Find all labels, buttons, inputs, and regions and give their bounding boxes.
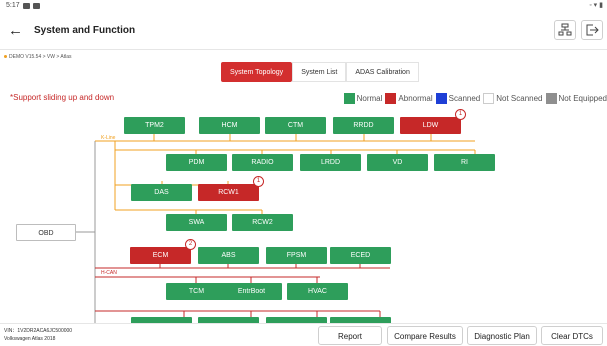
topology-icon: [558, 23, 572, 36]
status-icons: ◦ ▾ ▮: [589, 2, 603, 9]
topology-canvas[interactable]: OBD K-Line H-CAN TPM2 HCM CTM RRDD LDW 1…: [0, 105, 607, 323]
exit-button[interactable]: [581, 20, 603, 40]
module-hcm[interactable]: HCM: [199, 117, 260, 134]
support-note: *Support sliding up and down: [10, 93, 115, 102]
breadcrumb-text: DEMO V15.54 > VW > Atlas: [9, 54, 72, 60]
breadcrumb: DEMO V15.54 > VW > Atlas: [4, 54, 72, 60]
tab-bar: System Topology System List ADAS Calibra…: [221, 62, 419, 82]
breadcrumb-dot-icon: [4, 55, 7, 58]
module-tcm[interactable]: TCM: [166, 283, 227, 300]
tab-system-list[interactable]: System List: [292, 62, 347, 82]
vin-text: VIN：1V2DR2ACA6JC500000: [4, 328, 73, 334]
notification-icon-2: [32, 2, 40, 9]
status-time: 5:17: [6, 2, 20, 9]
module-tpm2[interactable]: TPM2: [124, 117, 185, 134]
vehicle-info: VIN：1V2DR2ACA6JC500000 Volkswagen Atlas …: [4, 327, 72, 343]
legend-abnormal-label: Abnormal: [398, 93, 433, 103]
topology-view-button[interactable]: [554, 20, 576, 40]
report-button[interactable]: Report: [318, 326, 382, 345]
legend-scanned-label: Scanned: [448, 93, 481, 103]
diagnostic-plan-button[interactable]: Diagnostic Plan: [467, 326, 537, 345]
tab-adas-calibration[interactable]: ADAS Calibration: [346, 62, 419, 82]
module-abs[interactable]: ABS: [198, 247, 259, 264]
exit-icon: [586, 24, 599, 36]
module-eced[interactable]: ECED: [330, 247, 391, 264]
module-entrboot[interactable]: EntrBoot: [221, 283, 282, 300]
compare-results-button[interactable]: Compare Results: [387, 326, 463, 345]
legend: Normal Abnormal Scanned Not Scanned Not …: [341, 92, 607, 104]
module-das[interactable]: DAS: [131, 184, 192, 201]
dtc-count-badge: 1: [253, 176, 264, 187]
module-pdm[interactable]: PDM: [166, 154, 227, 171]
kline-label: K-Line: [101, 135, 116, 141]
module-rrdd[interactable]: RRDD: [333, 117, 394, 134]
bottom-bar: VIN：1V2DR2ACA6JC500000 Volkswagen Atlas …: [0, 323, 607, 346]
page-title: System and Function: [34, 25, 136, 36]
obd-root-node[interactable]: OBD: [16, 224, 76, 241]
dtc-count-badge: 1: [455, 109, 466, 120]
module-vd[interactable]: VD: [367, 154, 428, 171]
module-ri[interactable]: RI: [434, 154, 495, 171]
module-ecm[interactable]: ECM: [130, 247, 191, 264]
module-swa[interactable]: SWA: [166, 214, 227, 231]
app-screen: 5:17 ◦ ▾ ▮ ← System and Function DEMO V1: [0, 0, 607, 346]
tab-system-topology[interactable]: System Topology: [221, 62, 293, 82]
legend-not-scanned-label: Not Scanned: [496, 93, 543, 103]
module-radio[interactable]: RADIO: [232, 154, 293, 171]
module-ldw[interactable]: LDW: [400, 117, 461, 134]
dtc-count-badge: 2: [185, 239, 196, 250]
legend-not-equipped-label: Not Equipped: [558, 93, 607, 103]
module-lrdd[interactable]: LRDD: [300, 154, 361, 171]
module-ctm[interactable]: CTM: [265, 117, 326, 134]
legend-scanned-swatch: [435, 92, 447, 104]
legend-normal-swatch: [343, 92, 355, 104]
vehicle-model: Volkswagen Atlas 2018: [4, 336, 56, 342]
notification-icon: [22, 2, 30, 9]
module-fpsm[interactable]: FPSM: [266, 247, 327, 264]
module-rcw1[interactable]: RCW1: [198, 184, 259, 201]
top-bar: ← System and Function: [0, 14, 607, 50]
hcan-label: H-CAN: [101, 270, 117, 276]
module-hvac[interactable]: HVAC: [287, 283, 348, 300]
legend-not-equipped-swatch: [545, 92, 557, 104]
legend-abnormal-swatch: [385, 92, 397, 104]
module-rcw2[interactable]: RCW2: [232, 214, 293, 231]
back-arrow-icon[interactable]: ←: [8, 22, 24, 40]
legend-normal-label: Normal: [356, 93, 383, 103]
status-bar: 5:17 ◦ ▾ ▮: [0, 0, 607, 11]
clear-dtcs-button[interactable]: Clear DTCs: [541, 326, 603, 345]
legend-not-scanned-swatch: [483, 92, 495, 104]
